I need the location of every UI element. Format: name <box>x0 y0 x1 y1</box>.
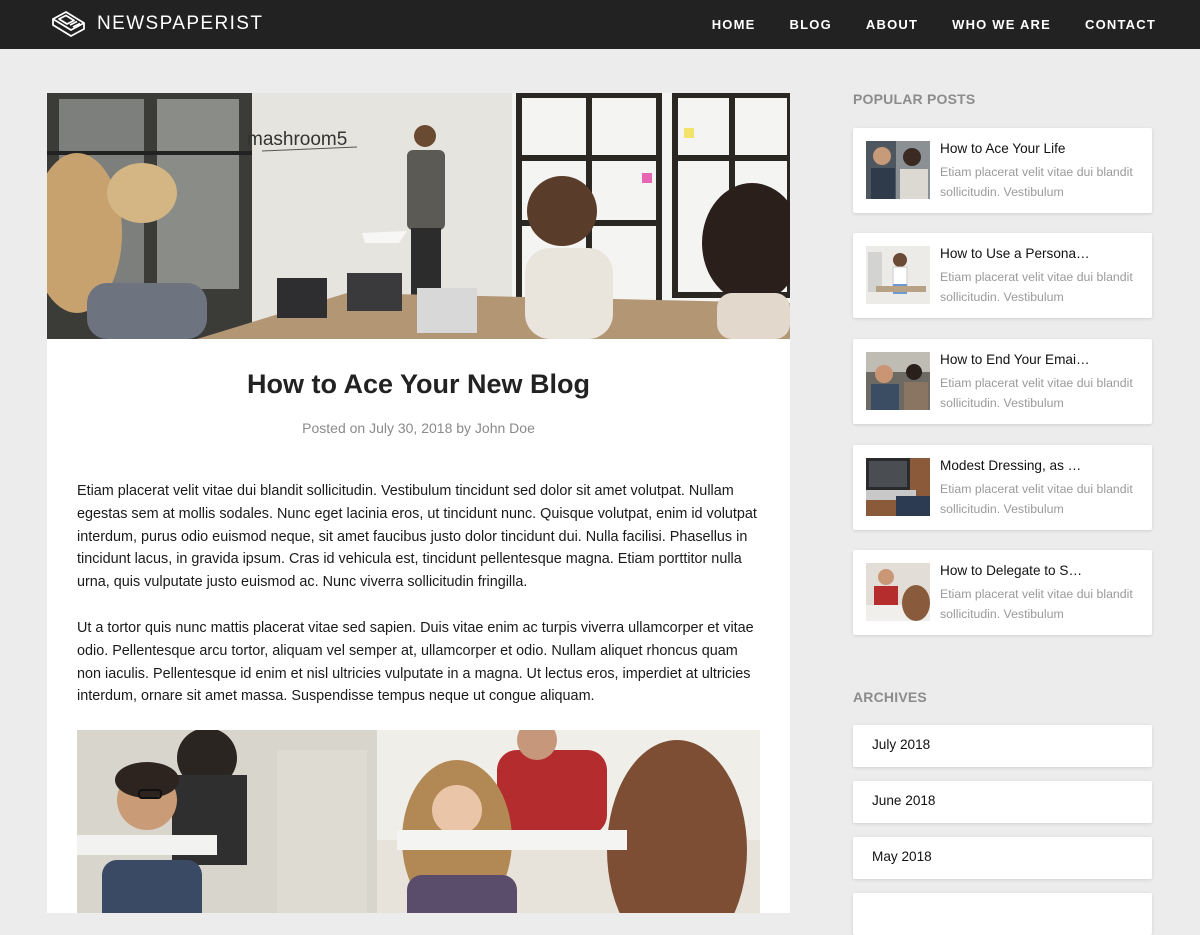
article-card: mashroom5 How to Ace Your New Blog Poste… <box>47 93 790 913</box>
article-meta: Posted on July 30, 2018 by John Doe <box>302 420 535 436</box>
post-thumbnail <box>866 458 930 516</box>
article-title: How to Ace Your New Blog <box>246 369 591 399</box>
popular-post-card[interactable]: Modest Dressing, as … Etiam placerat vel… <box>853 445 1152 530</box>
main-nav: HOME BLOG ABOUT WHO WE ARE CONTACT <box>712 0 1156 49</box>
popular-post-excerpt: Etiam placerat velit vitae dui blandit s… <box>940 587 1133 621</box>
archive-link-may-2018[interactable]: May 2018 <box>853 837 1152 879</box>
site-header: NEWSPAPERIST HOME BLOG ABOUT WHO WE ARE … <box>0 0 1200 49</box>
nav-blog[interactable]: BLOG <box>790 17 832 32</box>
site-name: NEWSPAPERIST <box>97 13 264 34</box>
popular-post-title[interactable]: How to Use a Persona… <box>940 246 1090 261</box>
popular-post-title[interactable]: How to End Your Emai… <box>940 352 1090 367</box>
popular-post-excerpt: Etiam placerat velit vitae dui blandit s… <box>940 165 1133 199</box>
post-thumbnail <box>866 563 930 621</box>
nav-home[interactable]: HOME <box>712 17 756 32</box>
nav-about[interactable]: ABOUT <box>866 17 918 32</box>
popular-posts-heading: POPULAR POSTS <box>853 91 976 107</box>
post-thumbnail <box>866 352 930 410</box>
popular-post-excerpt: Etiam placerat velit vitae dui blandit s… <box>940 376 1133 410</box>
post-thumbnail <box>866 141 930 199</box>
post-thumbnail <box>866 246 930 304</box>
newspaper-icon <box>52 11 85 37</box>
popular-post-title[interactable]: How to Ace Your Life <box>940 141 1090 156</box>
hero-wall-text: mashroom5 <box>247 129 347 150</box>
article-inline-image <box>77 730 760 913</box>
hero-image: mashroom5 <box>47 93 790 339</box>
article-paragraph-2: Ut a tortor quis nunc mattis placerat vi… <box>77 620 754 705</box>
article-paragraph-1: Etiam placerat velit vitae dui blandit s… <box>77 483 757 591</box>
popular-post-title[interactable]: Modest Dressing, as … <box>940 458 1090 473</box>
site-brand[interactable]: NEWSPAPERIST <box>50 9 263 39</box>
popular-post-excerpt: Etiam placerat velit vitae dui blandit s… <box>940 482 1133 516</box>
archive-link-july-2018[interactable]: July 2018 <box>853 725 1152 767</box>
nav-contact[interactable]: CONTACT <box>1085 17 1156 32</box>
popular-post-card[interactable]: How to Delegate to S… Etiam placerat vel… <box>853 550 1152 635</box>
nav-who-we-are[interactable]: WHO WE ARE <box>952 17 1051 32</box>
archives-heading: ARCHIVES <box>853 689 927 705</box>
archive-link-june-2018[interactable]: June 2018 <box>853 781 1152 823</box>
popular-post-excerpt: Etiam placerat velit vitae dui blandit s… <box>940 270 1133 304</box>
archive-link-next[interactable] <box>853 893 1152 935</box>
popular-post-card[interactable]: How to Ace Your Life Etiam placerat veli… <box>853 128 1152 213</box>
popular-post-card[interactable]: How to End Your Emai… Etiam placerat vel… <box>853 339 1152 424</box>
popular-post-title[interactable]: How to Delegate to S… <box>940 563 1090 578</box>
popular-post-card[interactable]: How to Use a Persona… Etiam placerat vel… <box>853 233 1152 318</box>
